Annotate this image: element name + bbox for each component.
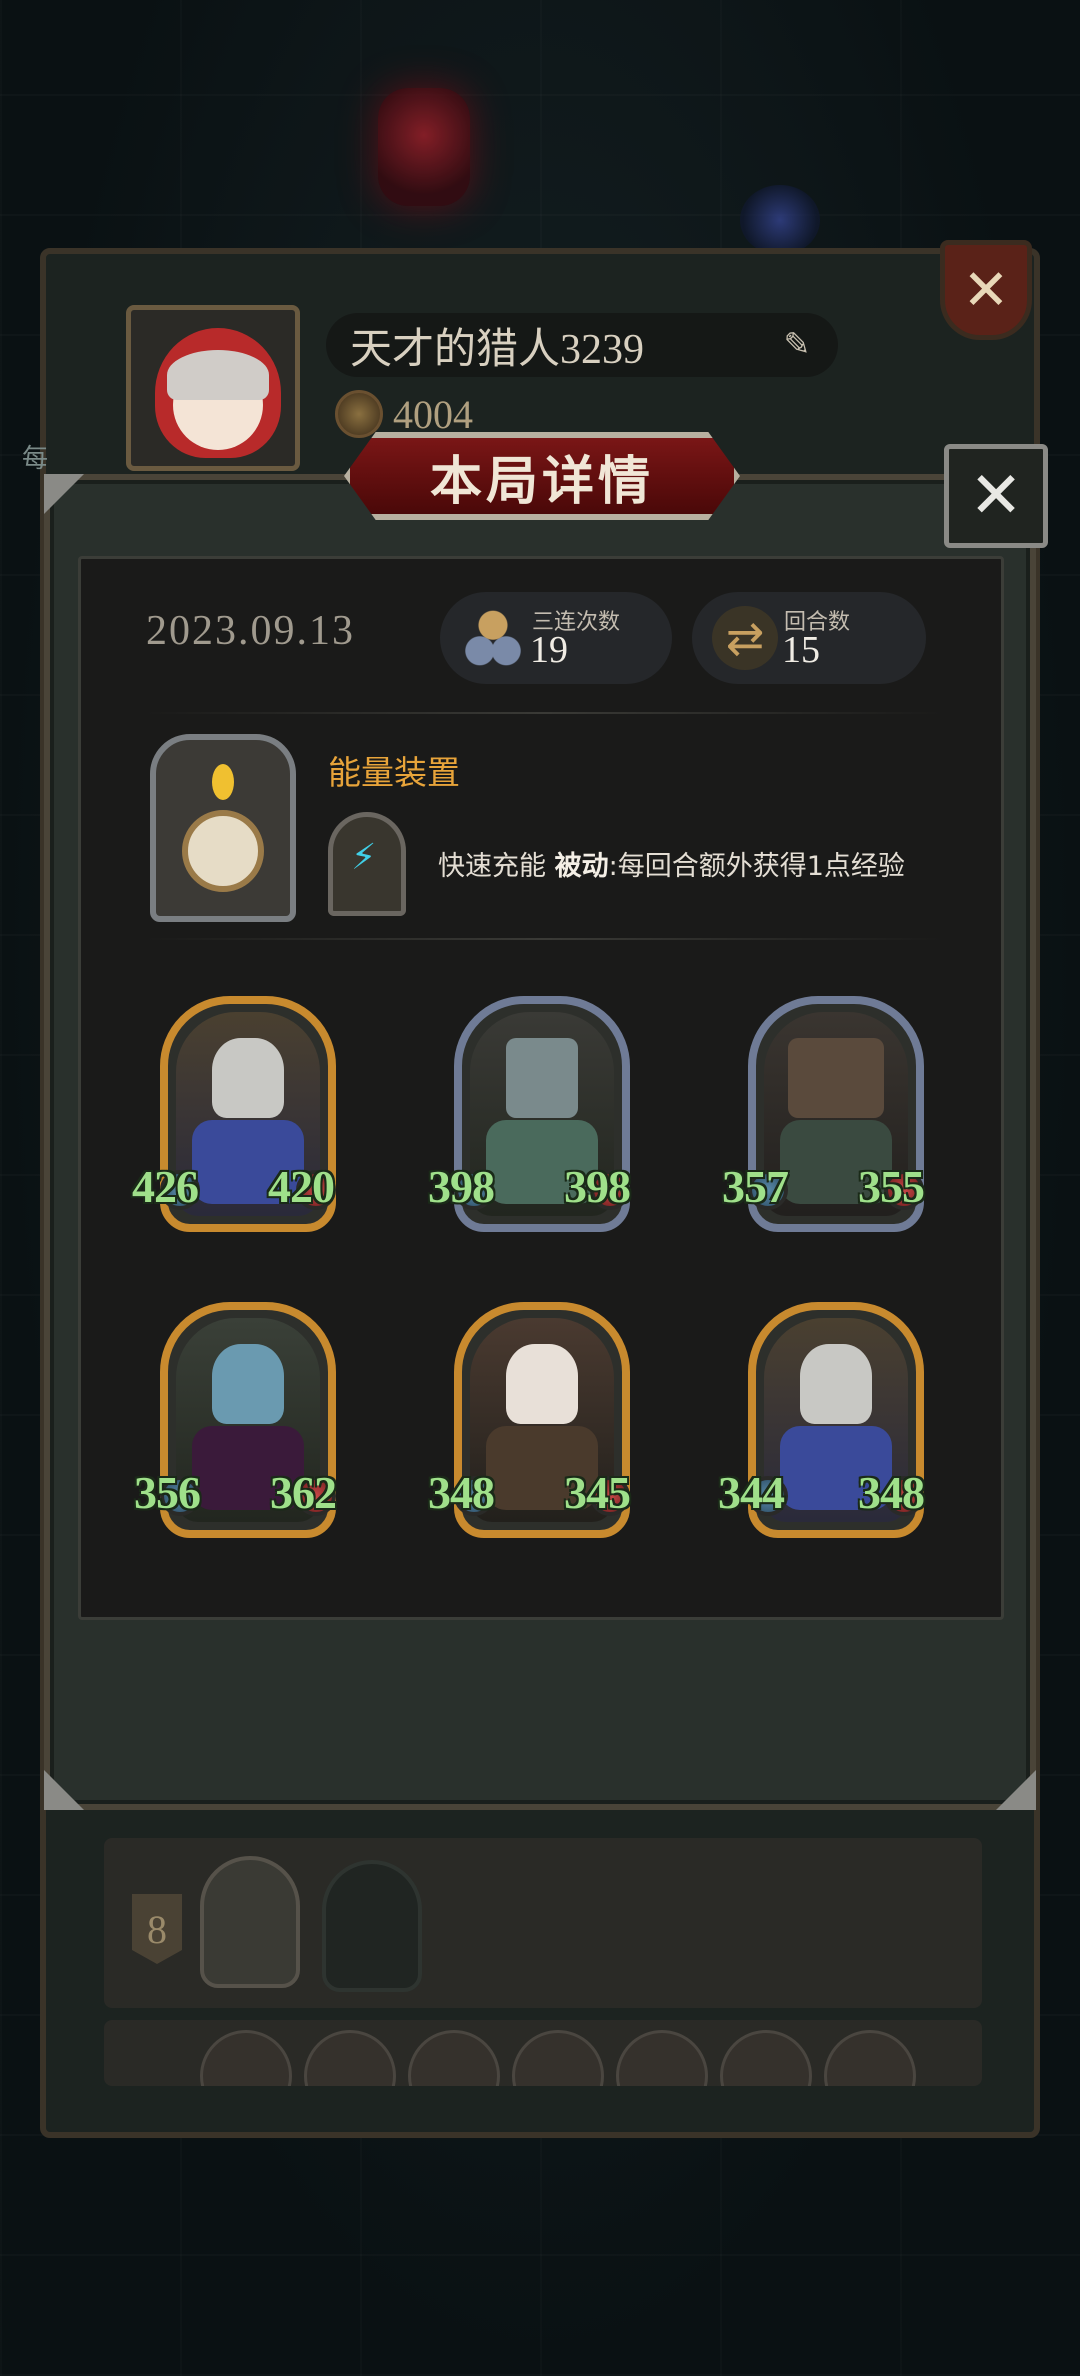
- match-date: 2023.09.13: [146, 608, 355, 654]
- avatar[interactable]: [126, 305, 300, 471]
- dialog-close-button[interactable]: ✕: [944, 444, 1048, 548]
- lineup-unit-card[interactable]: [824, 2030, 916, 2086]
- level-badge: 8: [132, 1894, 182, 1964]
- unit-attack: 344: [718, 1467, 785, 1518]
- unit-attack: 398: [428, 1161, 495, 1212]
- round-cycle-icon: ⇄: [712, 606, 778, 670]
- stat-value: 15: [782, 629, 820, 671]
- pencil-icon[interactable]: ✎: [780, 327, 814, 361]
- dialog-title: 本局详情: [429, 451, 654, 512]
- unit-health: 345: [564, 1467, 631, 1518]
- blue-potion-decoration: [740, 185, 820, 255]
- unit-attack: 356: [134, 1467, 201, 1518]
- divider: [144, 712, 944, 714]
- unit-attack: 357: [722, 1161, 789, 1212]
- side-hint-text: 每: [22, 444, 49, 474]
- player-name-field: 天才的猎人3239 ✎: [326, 313, 838, 377]
- skill-type: 被动: [554, 851, 609, 882]
- energy-device-icon[interactable]: [150, 734, 296, 922]
- unit-health: 398: [564, 1161, 631, 1212]
- unit-health: 355: [858, 1161, 925, 1212]
- lineup-unit-card[interactable]: [720, 2030, 812, 2086]
- lineup-unit-card[interactable]: [616, 2030, 708, 2086]
- coin-value: 4004: [393, 391, 473, 437]
- lineup-unit-card[interactable]: [408, 2030, 500, 2086]
- close-icon: ✕: [962, 257, 1010, 323]
- stat-round-count: ⇄ 回合数 15: [692, 592, 926, 684]
- unit-health: 348: [858, 1467, 925, 1518]
- lineup-unit-card[interactable]: [200, 1856, 300, 1988]
- lineup-unit-card[interactable]: [322, 1860, 422, 1992]
- lineup-unit-card[interactable]: [512, 2030, 604, 2086]
- lineup-unit-card[interactable]: [304, 2030, 396, 2086]
- red-lantern-decoration: [378, 88, 470, 206]
- coin-balance: 4004: [335, 390, 473, 438]
- stat-value: 19: [530, 629, 568, 671]
- unit-health: 362: [270, 1467, 337, 1518]
- close-icon: ✕: [969, 459, 1023, 533]
- stat-triple-count: 三连次数 19: [440, 592, 672, 684]
- lineup-row-2: [104, 2020, 982, 2086]
- skill-name: 快速充能: [438, 851, 546, 882]
- lineup-row-1: 8: [104, 1838, 982, 2008]
- player-name: 天才的猎人3239: [350, 326, 645, 373]
- triple-merge-icon: [460, 606, 526, 670]
- device-title: 能量装置: [328, 753, 460, 792]
- coin-icon: [335, 390, 383, 438]
- lightning-skill-icon[interactable]: [328, 812, 406, 916]
- divider: [144, 938, 944, 940]
- skill-effect: :每回合额外获得1点经验: [608, 851, 905, 882]
- lineup-unit-card[interactable]: [200, 2030, 292, 2086]
- profile-close-button[interactable]: ✕: [940, 240, 1032, 340]
- unit-attack: 426: [132, 1161, 199, 1212]
- unit-health: 420: [268, 1161, 335, 1212]
- dialog-title-banner: 本局详情: [344, 432, 740, 520]
- unit-attack: 348: [428, 1467, 495, 1518]
- skill-description: 快速充能 被动:每回合额外获得1点经验: [438, 844, 905, 883]
